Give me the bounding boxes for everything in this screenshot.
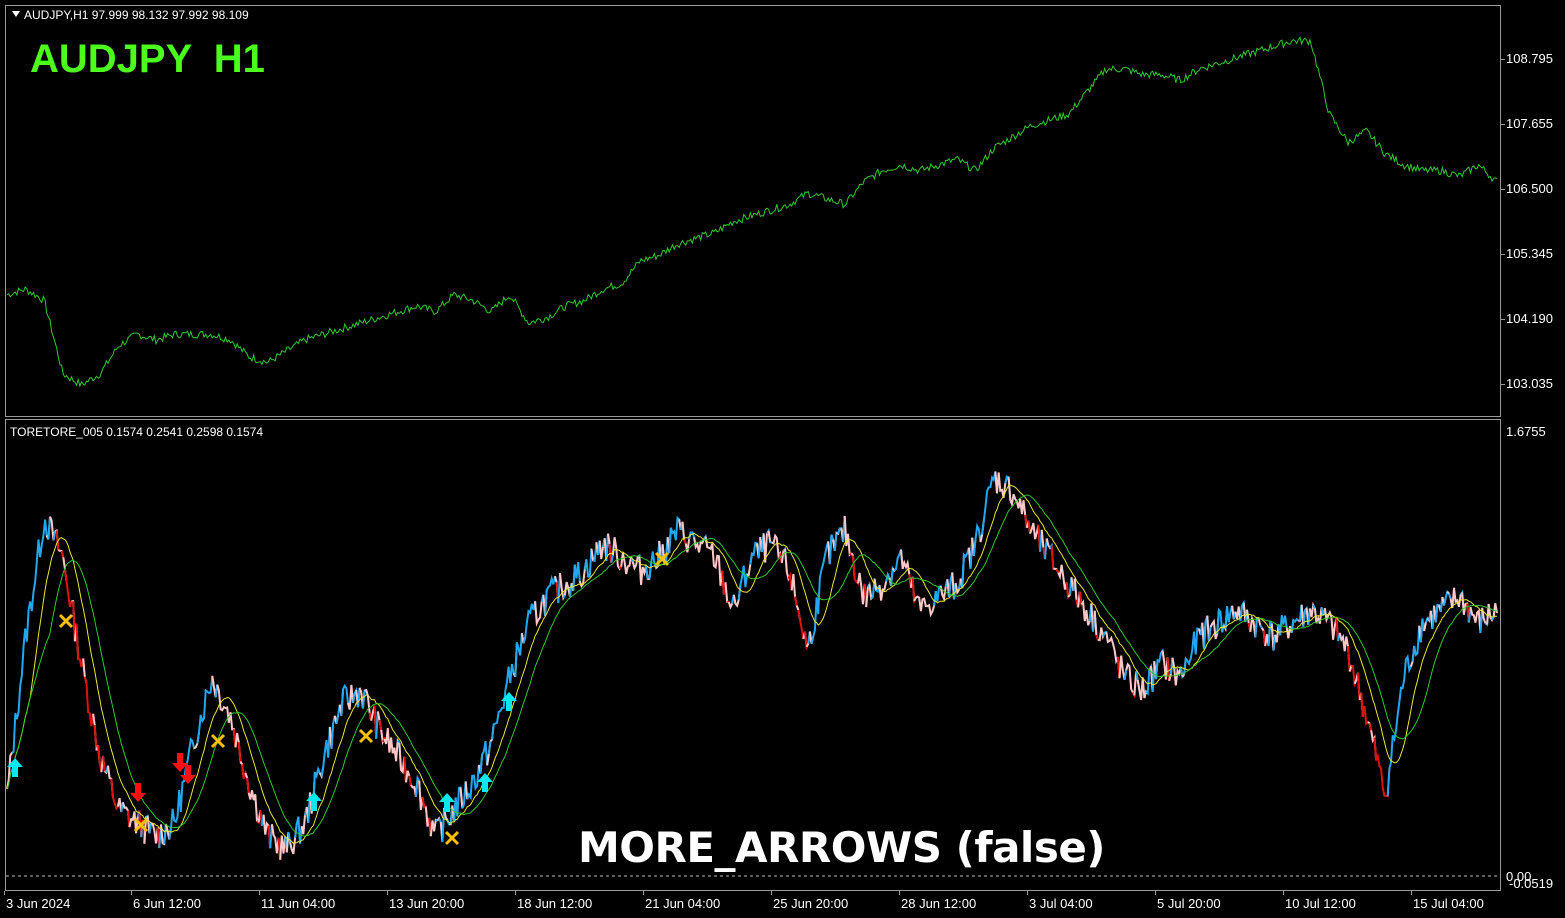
time-axis-label: 5 Jul 20:00 (1157, 896, 1221, 911)
time-axis-label: 10 Jul 12:00 (1285, 896, 1356, 911)
indicator-line-segment (1449, 587, 1464, 609)
time-axis-tick (1283, 891, 1284, 895)
price-axis-label: 103.035 (1506, 376, 1553, 391)
indicator-line-segment (237, 742, 243, 765)
price-axis-tick (1501, 189, 1505, 190)
fast-ma-line (6, 484, 1498, 845)
indicator-line-segment (767, 530, 773, 544)
indicator-line-segment (833, 531, 839, 551)
indicator-line-segment (361, 689, 367, 709)
price-axis-tick (1501, 319, 1505, 320)
indicator-line-segment (247, 790, 260, 824)
time-axis-tick (899, 891, 900, 895)
cross-icon (58, 613, 74, 629)
time-axis-tick (1155, 891, 1156, 895)
cross-icon (210, 733, 226, 749)
price-axis-label: 107.655 (1506, 116, 1553, 131)
time-axis-label: 25 Jun 20:00 (773, 896, 849, 911)
cross-icon (358, 728, 374, 744)
indicator-line-segment (994, 471, 1008, 498)
time-axis-tick (131, 891, 132, 895)
time-axis-label: 3 Jun 2024 (6, 896, 71, 911)
indicator-line-segment (843, 516, 853, 558)
indicator-line-segment (429, 818, 438, 837)
time-axis-label: 13 Jun 20:00 (389, 896, 465, 911)
indicator-line-segment (1492, 603, 1498, 617)
up-arrow-icon (477, 773, 493, 792)
indicator-line-segment (102, 755, 107, 774)
indicator-line-segment (693, 536, 707, 553)
price-axis-tick (1501, 254, 1505, 255)
time-axis-label: 21 Jun 04:00 (645, 896, 721, 911)
price-axis-label: 106.500 (1506, 181, 1553, 196)
time-axis-tick (4, 891, 5, 895)
indicator-line-segment (1386, 653, 1414, 797)
indicator-line-segment (1254, 617, 1259, 638)
price-axis-tick (1501, 124, 1505, 125)
indicator-scale-label: 1.6755 (1506, 424, 1546, 439)
indicator-line-segment (487, 738, 493, 755)
chart-canvas (6, 36, 1500, 877)
indicator-line-segment (340, 683, 351, 716)
indicator-line-segment (1007, 477, 1028, 528)
indicator-line-segment (1373, 737, 1391, 798)
time-axis-tick (387, 891, 388, 895)
price-axis-label: 104.190 (1506, 311, 1553, 326)
time-axis-tick (259, 891, 260, 895)
indicator-line-segment (544, 574, 558, 616)
time-axis-label: 28 Jun 12:00 (901, 896, 977, 911)
indicator-line-segment (383, 727, 401, 762)
price-axis-tick (1501, 384, 1505, 385)
price-line (6, 36, 1498, 388)
time-axis-label: 3 Jul 04:00 (1029, 896, 1093, 911)
down-arrow-icon (130, 783, 146, 802)
indicator-line-segment (1125, 662, 1136, 696)
indicator-line-segment (1486, 603, 1495, 625)
time-axis-tick (643, 891, 644, 895)
indicator-line-segment (196, 675, 215, 744)
time-axis-tick (1027, 891, 1028, 895)
price-axis-label: 105.345 (1506, 246, 1553, 261)
indicator-line-segment (981, 471, 998, 535)
indicator-line-segment (611, 537, 623, 571)
indicator-line-segment (784, 548, 791, 582)
cross-icon (444, 830, 460, 846)
indicator-line-segment (724, 582, 729, 603)
indicator-line-segment (810, 541, 831, 645)
price-axis-label: 108.795 (1506, 51, 1553, 66)
slow-ma-line (6, 494, 1498, 837)
indicator-line-segment (1360, 692, 1371, 726)
time-axis-label: 6 Jun 12:00 (133, 896, 201, 911)
indicator-line-segment (1050, 545, 1056, 570)
time-axis-tick (1411, 891, 1412, 895)
price-axis-tick (1501, 59, 1505, 60)
indicator-line-segment (11, 519, 50, 754)
indicator-line-segment (913, 590, 937, 618)
time-axis-label: 11 Jun 04:00 (261, 896, 336, 911)
indicator-line-segment (1136, 677, 1149, 701)
indicator-scale-label: -0.0519 (1509, 876, 1554, 891)
time-axis-label: 18 Jun 12:00 (517, 896, 593, 911)
time-axis-tick (515, 891, 516, 895)
time-axis-tick (771, 891, 772, 895)
time-axis-label: 15 Jul 04:00 (1413, 896, 1484, 911)
